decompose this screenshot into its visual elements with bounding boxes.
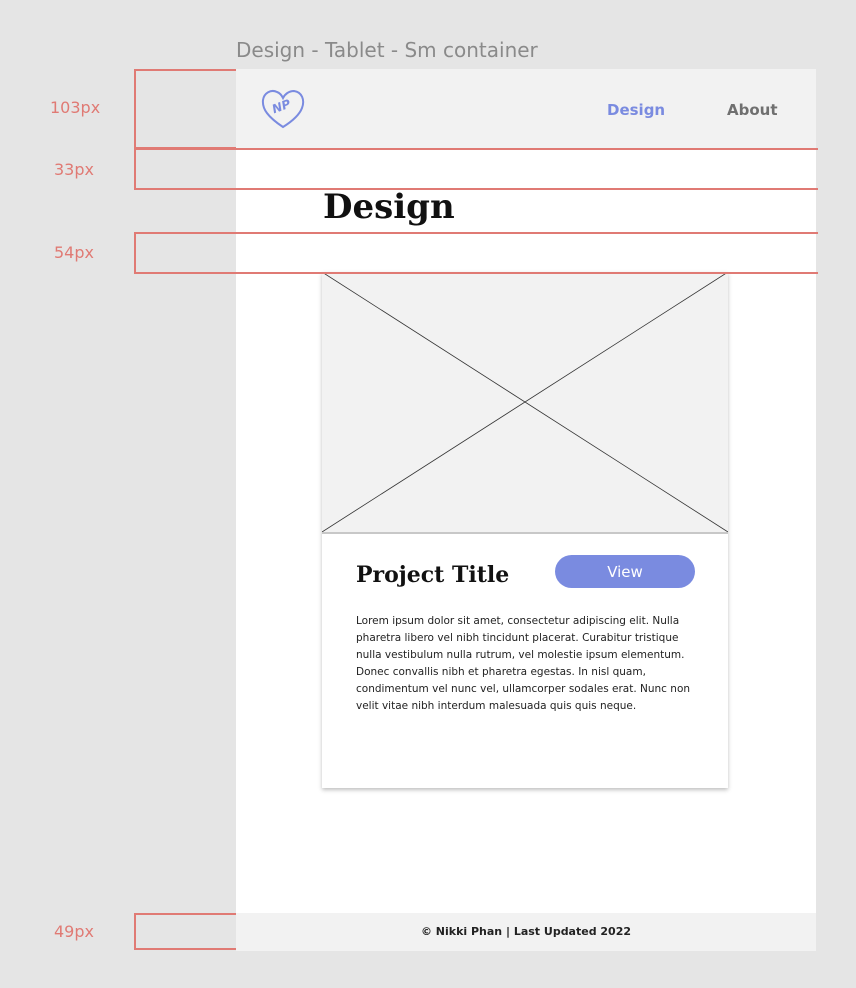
- nav-link-about[interactable]: About: [727, 101, 778, 119]
- project-title: Project Title: [356, 562, 510, 588]
- project-card: Project Title View Lorem ipsum dolor sit…: [322, 272, 728, 788]
- annotation-label-nav: 103px: [50, 98, 101, 117]
- image-placeholder-icon: [322, 272, 728, 534]
- tablet-frame: NP Design About Design Project Title Vie…: [236, 69, 816, 951]
- annotation-label-footer: 49px: [54, 922, 94, 941]
- page-title: Design: [323, 187, 455, 227]
- view-button[interactable]: View: [555, 555, 695, 588]
- annotation-box-gap: [134, 148, 818, 190]
- heart-logo-icon[interactable]: NP: [258, 83, 308, 133]
- footer: © Nikki Phan | Last Updated 2022: [236, 913, 816, 951]
- annotation-box-nav: [134, 69, 236, 149]
- frame-label: Design - Tablet - Sm container: [236, 38, 538, 62]
- nav-link-design[interactable]: Design: [607, 101, 665, 119]
- navbar: NP Design About: [236, 69, 816, 148]
- annotation-box-footer: [134, 913, 236, 950]
- logo-text: NP: [270, 97, 293, 117]
- annotation-box-title: [134, 232, 818, 274]
- annotation-label-title: 54px: [54, 243, 94, 262]
- annotation-label-gap: 33px: [54, 160, 94, 179]
- project-description: Lorem ipsum dolor sit amet, consectetur …: [356, 615, 691, 712]
